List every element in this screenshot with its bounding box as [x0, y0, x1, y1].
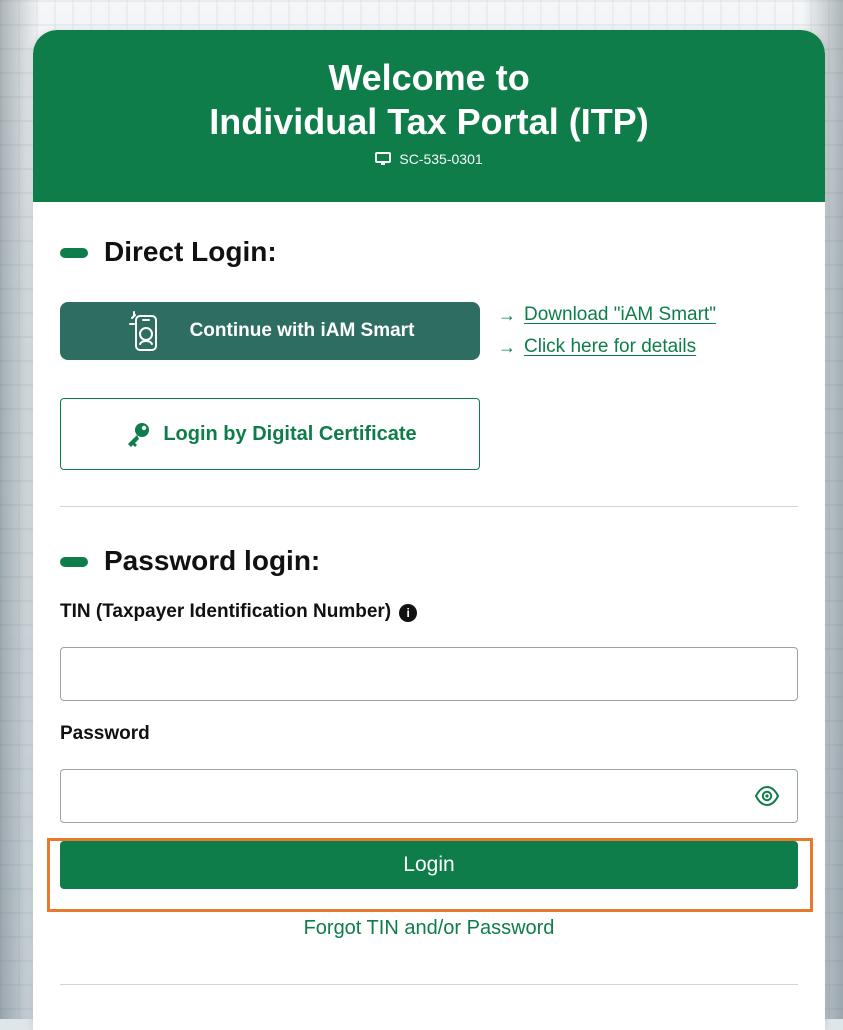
password-login-title: Password login:: [60, 545, 798, 577]
password-field-wrapper: [60, 769, 798, 823]
card-header: Welcome to Individual Tax Portal (ITP) S…: [33, 30, 825, 202]
download-iam-smart-link-row[interactable]: → Download "iAM Smart": [498, 304, 716, 326]
header-title-line2: Individual Tax Portal (ITP): [209, 101, 649, 142]
tin-label-text: TIN (Taxpayer Identification Number): [60, 601, 392, 622]
iam-smart-details-link-row[interactable]: → Click here for details: [498, 336, 716, 358]
download-iam-smart-link[interactable]: Download "iAM Smart": [524, 304, 716, 326]
header-code: SC-535-0301: [375, 150, 483, 168]
bottom-divider: [60, 984, 798, 985]
card-content: Direct Login: Continue with iAM Smart → …: [33, 236, 825, 985]
direct-login-title: Direct Login:: [60, 236, 798, 268]
login-card: Welcome to Individual Tax Portal (ITP) S…: [33, 30, 825, 1030]
tin-label: TIN (Taxpayer Identification Number) i: [60, 601, 798, 623]
monitor-icon: [375, 152, 392, 166]
info-icon[interactable]: i: [399, 603, 418, 622]
iam-smart-button-label: Continue with iAM Smart: [189, 320, 415, 341]
arrow-right-icon: →: [498, 305, 516, 325]
iam-smart-links: → Download "iAM Smart" → Click here for …: [498, 302, 716, 358]
login-button-label: Login: [403, 853, 455, 876]
direct-login-row: Continue with iAM Smart → Download "iAM …: [60, 302, 798, 360]
password-label-text: Password: [60, 723, 150, 744]
iam-smart-icon: [126, 308, 166, 354]
tin-input[interactable]: [60, 647, 798, 701]
password-label: Password: [60, 723, 798, 745]
direct-login-title-text: Direct Login:: [104, 236, 277, 267]
password-input[interactable]: [60, 769, 798, 823]
section-marker-icon: [60, 248, 88, 258]
forgot-tin-password-link[interactable]: Forgot TIN and/or Password: [60, 917, 798, 940]
iam-smart-details-link[interactable]: Click here for details: [524, 336, 696, 358]
header-title-line1: Welcome to: [328, 57, 530, 98]
password-login-title-text: Password login:: [104, 545, 321, 576]
login-button[interactable]: Login: [60, 841, 798, 889]
key-icon: [123, 419, 153, 449]
continue-with-iam-smart-button[interactable]: Continue with iAM Smart: [60, 302, 480, 360]
section-divider: [60, 506, 798, 507]
login-by-digital-certificate-button[interactable]: Login by Digital Certificate: [60, 398, 480, 470]
eye-icon[interactable]: [754, 783, 780, 809]
section-marker-icon: [60, 557, 88, 567]
header-code-text: SC-535-0301: [399, 151, 483, 167]
digital-certificate-button-label: Login by Digital Certificate: [163, 422, 417, 445]
arrow-right-icon: →: [498, 337, 516, 357]
